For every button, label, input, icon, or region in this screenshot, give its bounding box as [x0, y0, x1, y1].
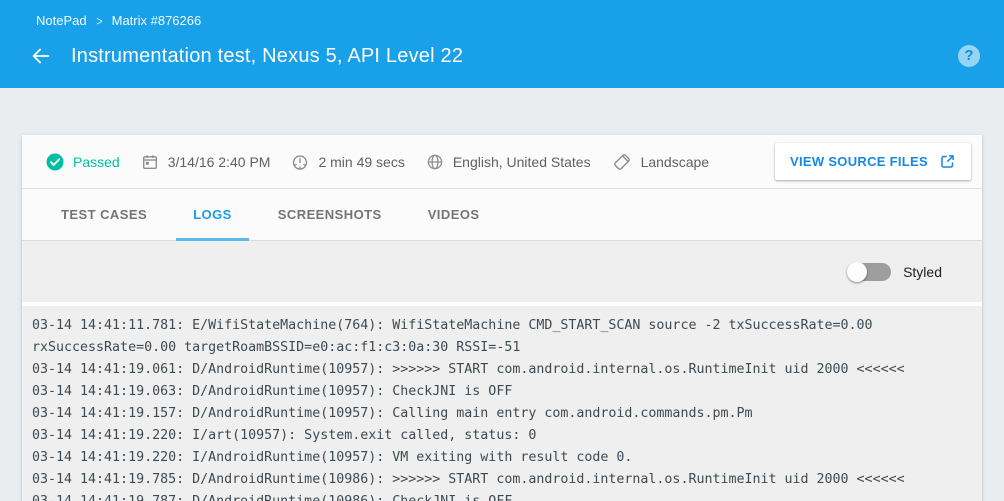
globe-icon: [426, 153, 444, 171]
styled-toggle-knob: [847, 262, 867, 282]
status-duration: 2 min 49 secs: [291, 153, 404, 171]
title-row: Instrumentation test, Nexus 5, API Level…: [0, 28, 1004, 69]
tab-bar: TEST CASES LOGS SCREENSHOTS VIDEOS: [22, 189, 982, 241]
breadcrumb-link-matrix[interactable]: Matrix #876266: [112, 13, 202, 28]
status-date-label: 3/14/16 2:40 PM: [168, 154, 271, 170]
status-duration-label: 2 min 49 secs: [318, 154, 404, 170]
view-source-files-label: VIEW SOURCE FILES: [790, 154, 928, 169]
arrow-left-icon: [30, 45, 52, 67]
calendar-icon: [141, 153, 159, 171]
styled-toggle-label: Styled: [903, 264, 942, 280]
status-locale-label: English, United States: [453, 154, 591, 170]
log-output[interactable]: 03-14 14:41:11.781: E/WifiStateMachine(7…: [22, 302, 982, 501]
log-line: 03-14 14:41:19.157: D/AndroidRuntime(109…: [32, 403, 962, 425]
view-source-files-button[interactable]: VIEW SOURCE FILES: [775, 143, 971, 180]
status-locale: English, United States: [426, 153, 591, 171]
help-circle-icon: ?: [964, 47, 973, 64]
screen-rotation-icon: [612, 152, 632, 172]
check-circle-icon: [46, 153, 64, 171]
page-title: Instrumentation test, Nexus 5, API Level…: [71, 45, 463, 68]
breadcrumb-link-notepad[interactable]: NotePad: [36, 13, 87, 28]
log-line: 03-14 14:41:19.063: D/AndroidRuntime(109…: [32, 381, 962, 403]
status-date: 3/14/16 2:40 PM: [141, 153, 271, 171]
log-line: 03-14 14:41:19.785: D/AndroidRuntime(109…: [32, 469, 962, 491]
result-card: Passed 3/14/16 2:40 PM 2: [22, 135, 982, 501]
log-line: 03-14 14:41:19.061: D/AndroidRuntime(109…: [32, 359, 962, 381]
log-line: 03-14 14:41:11.781: E/WifiStateMachine(7…: [32, 315, 962, 359]
tab-logs[interactable]: LOGS: [176, 189, 249, 240]
tab-screenshots[interactable]: SCREENSHOTS: [261, 189, 399, 240]
status-bar: Passed 3/14/16 2:40 PM 2: [22, 135, 982, 189]
help-button[interactable]: ?: [958, 45, 980, 67]
status-orientation-label: Landscape: [641, 154, 710, 170]
chevron-right-icon: >: [96, 13, 102, 28]
log-line: 03-14 14:41:19.787: D/AndroidRuntime(109…: [32, 491, 962, 501]
timer-icon: [291, 153, 309, 171]
status-result: Passed: [46, 153, 120, 171]
back-button[interactable]: [28, 43, 54, 69]
breadcrumb: NotePad > Matrix #876266: [0, 0, 1004, 28]
tab-videos[interactable]: VIDEOS: [411, 189, 497, 240]
log-line: 03-14 14:41:19.220: I/AndroidRuntime(109…: [32, 447, 962, 469]
open-in-new-icon: [939, 153, 956, 170]
logs-toolbar: Styled: [22, 241, 982, 302]
styled-toggle[interactable]: [847, 262, 891, 282]
tab-test-cases[interactable]: TEST CASES: [44, 189, 164, 240]
status-orientation: Landscape: [612, 152, 710, 172]
log-line: 03-14 14:41:19.220: I/art(10957): System…: [32, 425, 962, 447]
app-header: NotePad > Matrix #876266 Instrumentation…: [0, 0, 1004, 88]
status-result-label: Passed: [73, 154, 120, 170]
